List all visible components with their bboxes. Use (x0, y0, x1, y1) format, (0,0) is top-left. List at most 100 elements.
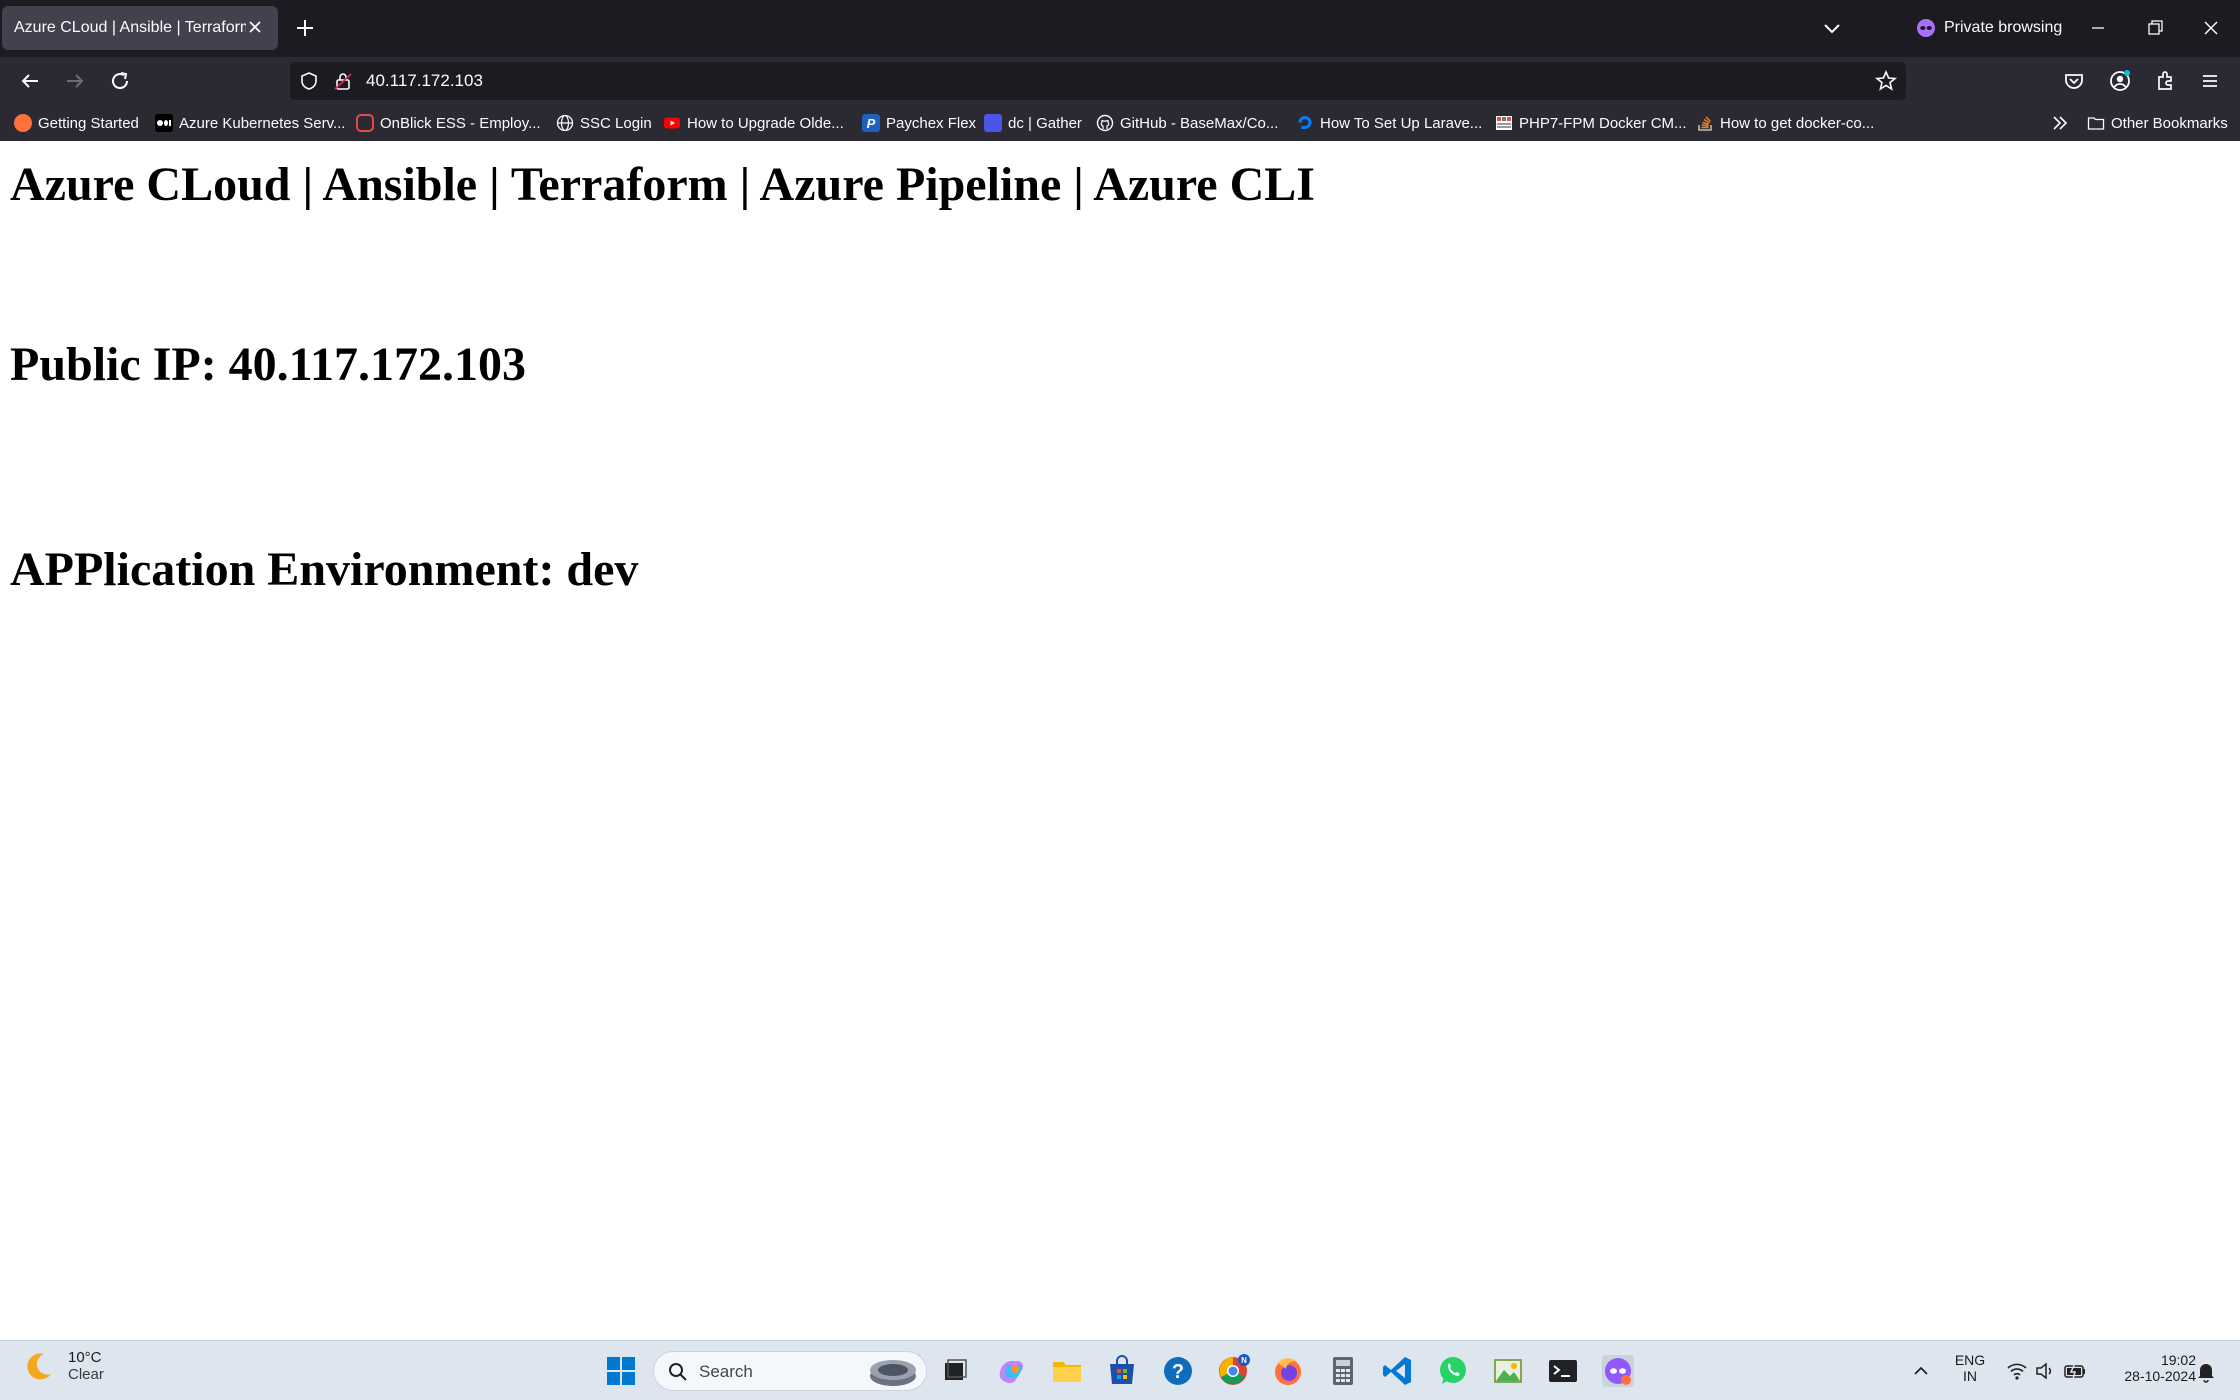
search-highlight-icon (870, 1360, 916, 1386)
battery-charging-icon[interactable] (2063, 1360, 2087, 1382)
bookmark-item[interactable]: How To Set Up Larave... (1296, 112, 1482, 134)
language-code: ENG (1954, 1352, 1986, 1368)
bookmark-label: GitHub - BaseMax/Co... (1120, 114, 1279, 132)
bookmark-label: SSC Login (580, 114, 652, 132)
chrome-icon[interactable]: N (1215, 1353, 1251, 1389)
bookmarks-toolbar: Getting Started Azure Kubernetes Serv...… (0, 105, 2240, 141)
weather-temperature: 10°C (68, 1349, 102, 1366)
tab-active[interactable]: Azure CLoud | Ansible | Terraform | (2, 6, 278, 50)
calculator-icon[interactable] (1325, 1353, 1361, 1389)
stackoverflow-icon (1698, 116, 1712, 131)
clock-time: 19:02 (2160, 1352, 2196, 1368)
minimize-icon[interactable] (2084, 14, 2112, 42)
terminal-icon[interactable] (1545, 1353, 1581, 1389)
svg-text:N: N (1241, 1356, 1247, 1365)
windows-start-icon[interactable] (603, 1353, 639, 1389)
bookmark-item[interactable]: How to Upgrade Olde... (663, 112, 844, 134)
close-window-icon[interactable] (2197, 14, 2225, 42)
tab-title: Azure CLoud | Ansible | Terraform | (14, 19, 246, 36)
bookmark-star-icon[interactable] (1874, 69, 1898, 93)
firefox-private-taskbar-icon[interactable] (1600, 1353, 1636, 1389)
globe-icon (556, 114, 574, 132)
new-tab-icon[interactable] (293, 16, 317, 40)
page-content: Azure CLoud | Ansible | Terraform | Azur… (0, 141, 2240, 1340)
bookmark-label: Getting Started (38, 114, 139, 132)
taskbar-search-box[interactable]: Search (653, 1351, 927, 1391)
private-browsing-label: Private browsing (1944, 19, 2063, 36)
microsoft-store-icon[interactable] (1104, 1353, 1140, 1389)
weather-condition: Clear (68, 1366, 104, 1383)
notification-bell-icon[interactable] (2195, 1359, 2217, 1383)
folder-icon (2087, 117, 2105, 130)
input-language-indicator[interactable]: ENG IN (1950, 1352, 1990, 1384)
bookmark-item[interactable]: How to get docker-co... (1696, 112, 1874, 134)
address-bar[interactable]: 40.117.172.103 (290, 62, 1906, 100)
medium-icon (155, 114, 173, 132)
php-icon (1496, 116, 1512, 130)
bookmark-label: OnBlick ESS - Employ... (380, 114, 541, 132)
bookmark-label: Paychex Flex (886, 114, 977, 132)
url-text[interactable]: 40.117.172.103 (366, 71, 483, 91)
show-hidden-icons-chevron-icon[interactable] (1911, 1361, 1931, 1381)
whatsapp-icon[interactable] (1435, 1353, 1471, 1389)
search-placeholder: Search (699, 1362, 753, 1381)
clock-date: 28-10-2024 (2124, 1368, 2196, 1384)
other-bookmarks-folder[interactable]: Other Bookmarks (2087, 112, 2228, 134)
bookmark-label: How to Upgrade Olde... (687, 114, 844, 132)
close-tab-icon[interactable] (244, 16, 266, 38)
search-icon (669, 1363, 687, 1381)
pocket-icon[interactable] (2060, 67, 2088, 95)
bookmark-item[interactable]: P Paychex Flex (862, 112, 976, 134)
page-title: Azure CLoud | Ansible | Terraform | Azur… (10, 158, 1315, 211)
digitalocean-icon (1298, 116, 1312, 129)
task-view-icon[interactable] (937, 1353, 973, 1389)
browser-titlebar: Azure CLoud | Ansible | Terraform | Priv… (0, 0, 2240, 57)
bookmark-item[interactable]: GitHub - BaseMax/Co... (1096, 112, 1278, 134)
forward-icon[interactable] (61, 67, 89, 95)
image-viewer-icon[interactable] (1490, 1353, 1526, 1389)
extensions-icon[interactable] (2151, 67, 2179, 95)
public-ip-text: Public IP: 40.117.172.103 (10, 338, 527, 391)
bookmark-label: How to get docker-co... (1720, 114, 1875, 132)
vscode-icon[interactable] (1380, 1353, 1416, 1389)
firefox-icon (14, 114, 32, 132)
more-bookmarks-chevron-icon[interactable] (2050, 113, 2070, 133)
private-browsing-indicator: Private browsing (1916, 14, 2062, 42)
bookmark-item[interactable]: SSC Login (556, 112, 652, 134)
bookmark-label: PHP7-FPM Docker CM... (1519, 114, 1687, 132)
navigation-toolbar: 40.117.172.103 (0, 57, 2240, 105)
menu-hamburger-icon[interactable] (2196, 67, 2224, 95)
firefox-taskbar-icon[interactable] (1270, 1353, 1306, 1389)
account-icon[interactable] (2106, 67, 2134, 95)
gather-icon (984, 114, 1002, 132)
windows-taskbar: 10°C Clear Search ? N ENG IN 19:02 28-10… (0, 1340, 2240, 1400)
environment-text: APPlication Environment: dev (10, 543, 639, 596)
clock[interactable]: 19:02 28-10-2024 (2100, 1352, 2196, 1384)
bookmark-item[interactable]: dc | Gather (984, 112, 1082, 134)
weather-widget[interactable]: 10°C Clear (22, 1349, 104, 1383)
bookmark-item[interactable]: Azure Kubernetes Serv... (155, 112, 345, 134)
bookmark-label: dc | Gather (1008, 114, 1082, 132)
wifi-icon[interactable] (2006, 1360, 2028, 1382)
private-mask-icon (1917, 19, 1935, 37)
bookmark-item[interactable]: Getting Started (14, 112, 139, 134)
help-icon[interactable]: ? (1160, 1353, 1196, 1389)
moon-icon (27, 1353, 51, 1380)
region-code: IN (1963, 1368, 1977, 1384)
bookmark-item[interactable]: OnBlick ESS - Employ... (356, 112, 541, 134)
insecure-lock-icon[interactable] (332, 70, 354, 92)
copilot-icon[interactable] (993, 1353, 1029, 1389)
onblick-icon (356, 114, 374, 132)
back-icon[interactable] (16, 67, 44, 95)
restore-icon[interactable] (2141, 14, 2169, 42)
volume-icon[interactable] (2034, 1360, 2056, 1382)
file-explorer-icon[interactable] (1049, 1353, 1085, 1389)
svg-text:?: ? (1172, 1361, 1184, 1383)
other-bookmarks-label: Other Bookmarks (2111, 114, 2228, 132)
bookmark-item[interactable]: PHP7-FPM Docker CM... (1495, 112, 1687, 134)
paychex-icon: P (862, 114, 880, 132)
bookmark-label: Azure Kubernetes Serv... (179, 114, 346, 132)
tracking-protection-shield-icon[interactable] (298, 70, 320, 92)
reload-icon[interactable] (106, 67, 134, 95)
list-all-tabs-icon[interactable] (1820, 16, 1844, 40)
